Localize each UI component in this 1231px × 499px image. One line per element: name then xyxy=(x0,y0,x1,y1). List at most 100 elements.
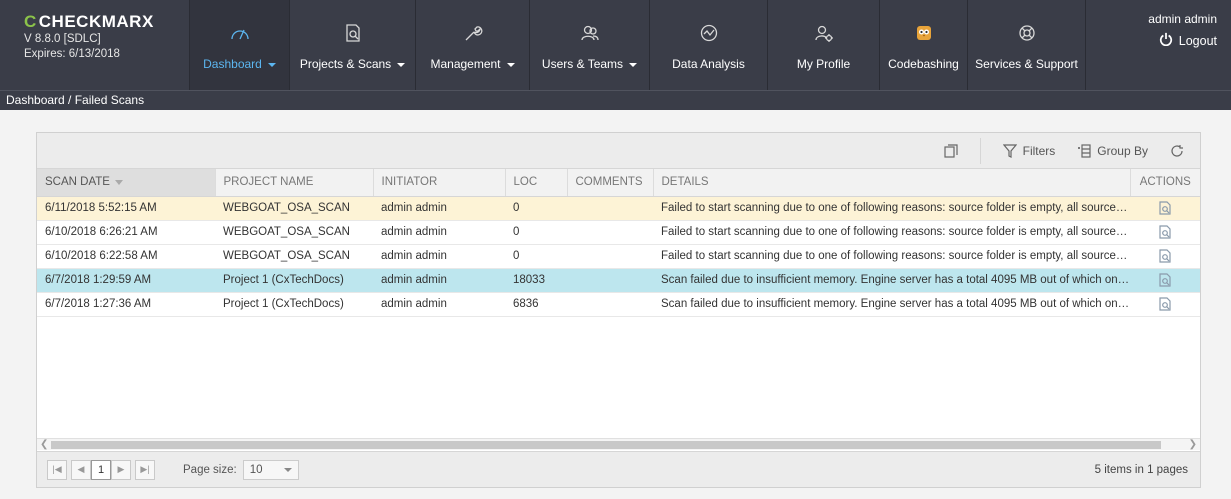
nav-dashboard-label: Dashboard xyxy=(203,57,262,71)
pagination-controls: |◀ ◀ 1 ▶ ▶| xyxy=(47,459,155,480)
nav-users-teams[interactable]: Users & Teams xyxy=(530,0,650,90)
filters-label: Filters xyxy=(1022,143,1056,158)
view-details-icon xyxy=(1159,225,1171,239)
cell-details: Failed to start scanning due to one of f… xyxy=(653,220,1130,245)
user-menu: admin admin Logout xyxy=(1086,0,1231,90)
column-header-actions: ACTIONS xyxy=(1130,169,1200,197)
cell-comments xyxy=(567,196,653,221)
cell-scan-date: 6/10/2018 6:22:58 AM xyxy=(37,244,215,269)
version-label: V 8.8.0 [SDLC] xyxy=(24,33,101,45)
failed-scans-grid: Filters Group By SCAN DATE PROJECT NAME … xyxy=(36,132,1201,488)
refresh-button[interactable] xyxy=(1170,144,1184,158)
filter-icon xyxy=(1002,143,1017,158)
column-header-details[interactable]: DETAILS xyxy=(653,169,1131,197)
profile-gear-icon xyxy=(814,25,833,42)
wrench-icon xyxy=(465,26,482,41)
table-row[interactable]: 6/11/2018 5:52:15 AM WEBGOAT_OSA_SCAN ad… xyxy=(37,196,1200,221)
license-expiry-label: Expires: 6/13/2018 xyxy=(24,48,120,60)
next-page-button[interactable]: ▶ xyxy=(111,459,131,480)
cell-loc: 0 xyxy=(505,196,567,221)
scans-table: SCAN DATE PROJECT NAME INITIATOR LOC COM… xyxy=(37,169,1200,317)
chevron-down-icon xyxy=(283,467,292,472)
document-search-icon xyxy=(345,24,360,42)
nav-codebashing[interactable]: Codebashing xyxy=(880,0,968,90)
cell-scan-date: 6/7/2018 1:29:59 AM xyxy=(37,268,215,293)
power-icon xyxy=(1159,32,1173,49)
export-button[interactable] xyxy=(944,143,958,158)
cell-initiator: admin admin xyxy=(373,244,505,269)
view-details-icon xyxy=(1159,201,1171,215)
nav-management-label: Management xyxy=(430,57,501,71)
username: admin admin xyxy=(1148,12,1217,26)
cell-details: Scan failed due to insufficient memory. … xyxy=(653,268,1130,293)
nav-codebashing-label: Codebashing xyxy=(888,57,959,71)
view-details-action[interactable] xyxy=(1130,196,1200,221)
cell-details: Failed to start scanning due to one of f… xyxy=(653,244,1130,269)
view-details-action[interactable] xyxy=(1130,220,1200,245)
cell-scan-date: 6/10/2018 6:26:21 AM xyxy=(37,220,215,245)
cell-initiator: admin admin xyxy=(373,292,505,317)
column-header-project-name[interactable]: PROJECT NAME xyxy=(215,169,374,197)
cell-loc: 18033 xyxy=(505,268,567,293)
cell-scan-date: 6/7/2018 1:27:36 AM xyxy=(37,292,215,317)
column-header-initiator[interactable]: INITIATOR xyxy=(373,169,506,197)
table-header-row: SCAN DATE PROJECT NAME INITIATOR LOC COM… xyxy=(37,169,1200,197)
cell-details: Failed to start scanning due to one of f… xyxy=(653,196,1130,221)
page-size-value: 10 xyxy=(249,463,263,476)
view-details-icon xyxy=(1159,273,1171,287)
group-by-icon xyxy=(1078,143,1091,158)
table-row[interactable]: 6/10/2018 6:22:58 AM WEBGOAT_OSA_SCAN ad… xyxy=(37,244,1200,269)
scroll-right-icon[interactable]: ❯ xyxy=(1189,439,1197,451)
nav-users-label: Users & Teams xyxy=(541,57,624,71)
cell-comments xyxy=(567,268,653,293)
column-header-loc[interactable]: LOC xyxy=(505,169,568,197)
brand-block: C CHECKMARX V 8.8.0 [SDLC] Expires: 6/13/… xyxy=(0,0,190,90)
chevron-down-icon xyxy=(267,62,276,67)
grid-toolbar: Filters Group By xyxy=(37,133,1200,169)
nav-services-support[interactable]: Services & Support xyxy=(968,0,1086,90)
first-page-button[interactable]: |◀ xyxy=(47,459,67,480)
cell-comments xyxy=(567,244,653,269)
scrollbar-thumb[interactable] xyxy=(51,441,1161,449)
cell-project-name: WEBGOAT_OSA_SCAN xyxy=(215,196,373,221)
nav-data-analysis[interactable]: Data Analysis xyxy=(650,0,768,90)
scroll-left-icon[interactable]: ❮ xyxy=(40,439,48,451)
cell-project-name: WEBGOAT_OSA_SCAN xyxy=(215,244,373,269)
cell-loc: 6836 xyxy=(505,292,567,317)
view-details-action[interactable] xyxy=(1130,244,1200,269)
column-header-scan-date[interactable]: SCAN DATE xyxy=(37,169,216,197)
cell-project-name: WEBGOAT_OSA_SCAN xyxy=(215,220,373,245)
page-size-label: Page size: xyxy=(183,463,237,476)
column-header-comments[interactable]: COMMENTS xyxy=(567,169,654,197)
table-row[interactable]: 6/10/2018 6:26:21 AM WEBGOAT_OSA_SCAN ad… xyxy=(37,220,1200,245)
refresh-icon xyxy=(1171,144,1183,157)
users-icon xyxy=(580,25,599,41)
chevron-down-icon xyxy=(506,62,515,67)
chart-circle-icon xyxy=(700,24,717,42)
checkmarx-logo[interactable]: C CHECKMARX xyxy=(24,12,189,32)
nav-projects-label: Projects & Scans xyxy=(299,57,392,71)
current-page-button[interactable]: 1 xyxy=(91,459,111,480)
sort-descending-icon xyxy=(114,179,123,185)
prev-page-button[interactable]: ◀ xyxy=(71,459,91,480)
export-icon xyxy=(944,143,958,158)
nav-projects-scans[interactable]: Projects & Scans xyxy=(290,0,416,90)
breadcrumb: Dashboard / Failed Scans xyxy=(0,90,1231,110)
page-size-select[interactable]: 10 xyxy=(242,459,299,480)
cell-initiator: admin admin xyxy=(373,268,505,293)
filters-button[interactable]: Filters xyxy=(1002,143,1056,158)
table-row[interactable]: 6/7/2018 1:27:36 AM Project 1 (CxTechDoc… xyxy=(37,292,1200,317)
logout-link[interactable]: Logout xyxy=(1159,32,1217,49)
nav-management[interactable]: Management xyxy=(416,0,530,90)
table-row[interactable]: 6/7/2018 1:29:59 AM Project 1 (CxTechDoc… xyxy=(37,268,1200,293)
top-navigation: C CHECKMARX V 8.8.0 [SDLC] Expires: 6/13/… xyxy=(0,0,1231,90)
cell-loc: 0 xyxy=(505,244,567,269)
nav-my-profile[interactable]: My Profile xyxy=(768,0,880,90)
view-details-action[interactable] xyxy=(1130,292,1200,317)
view-details-action[interactable] xyxy=(1130,268,1200,293)
nav-dashboard[interactable]: Dashboard xyxy=(190,0,290,90)
last-page-button[interactable]: ▶| xyxy=(135,459,155,480)
logout-label: Logout xyxy=(1178,33,1217,48)
group-by-button[interactable]: Group By xyxy=(1077,144,1148,158)
horizontal-scrollbar[interactable]: ❮ ❯ xyxy=(37,438,1200,450)
